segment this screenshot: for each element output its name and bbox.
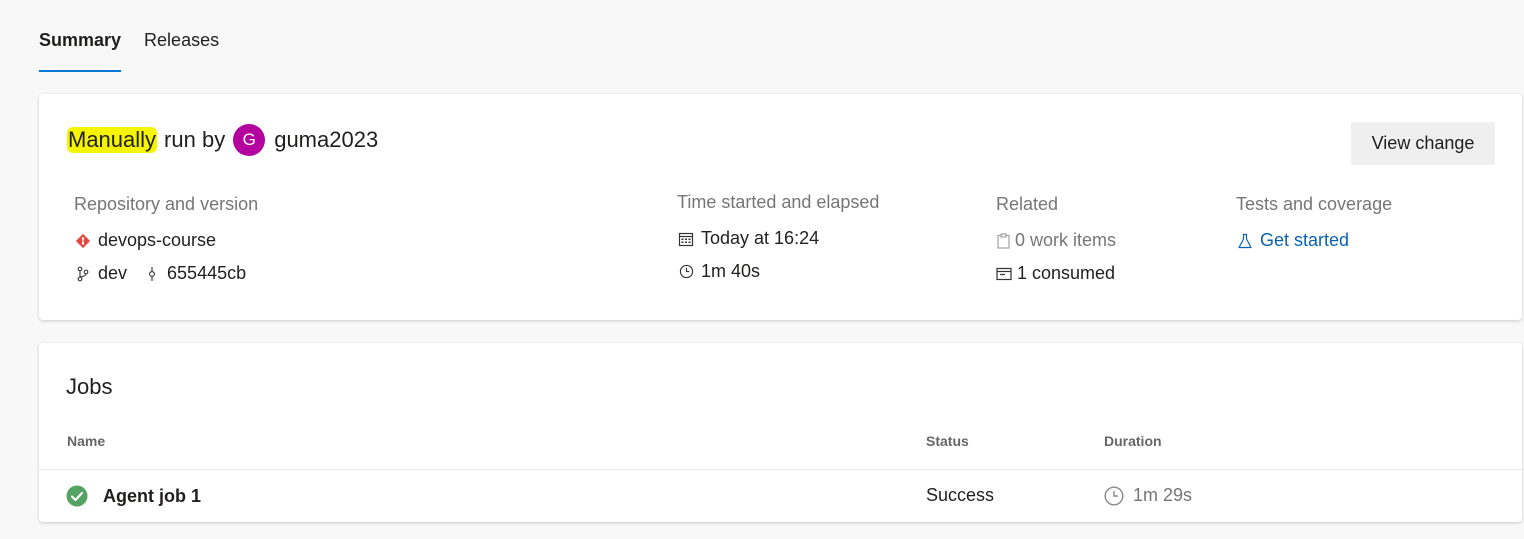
consumed-count: 1 consumed [1017,263,1116,283]
table-divider [39,469,1522,470]
tab-bar: Summary Releases [39,30,242,73]
tests-section: Tests and coverage Get started [1236,194,1392,257]
run-trigger-title: Manually run by G guma2023 [67,124,378,156]
tests-heading: Tests and coverage [1236,194,1393,214]
user-name[interactable]: guma2023 [274,127,378,153]
related-section: Related 0 work items 1 consumed [996,194,1116,290]
column-header-duration: Duration [1104,433,1162,449]
start-time: Today at 16:24 [701,228,820,248]
table-row[interactable]: Agent job 1 Success 1m 29s [39,471,1522,521]
trigger-highlighted-text: Manually [67,127,158,153]
repository-heading: Repository and version [74,194,259,214]
commit-id[interactable]: 655445cb [167,263,246,284]
artifact-icon [996,265,1012,283]
tab-summary[interactable]: Summary [39,30,122,73]
clock-icon [1104,485,1124,506]
time-elapsed: 1m 40s [677,255,879,288]
job-duration-cell: 1m 29s [1104,485,1192,506]
column-header-status: Status [926,433,969,449]
avatar[interactable]: G [233,124,266,156]
jobs-title: Jobs [66,374,113,399]
version-info: dev 655445cb [74,257,258,290]
column-header-name: Name [67,433,106,449]
trigger-text: run by [164,127,226,152]
get-started-link[interactable]: Get started [1236,224,1392,257]
branch-name[interactable]: dev [98,263,127,284]
work-items-count: 0 work items [1015,230,1117,250]
repository-link[interactable]: devops-course [74,224,258,257]
artifacts-consumed-link[interactable]: 1 consumed [996,257,1116,290]
job-name: Agent job 1 [103,485,201,506]
get-started-label: Get started [1260,230,1350,250]
elapsed-time: 1m 40s [701,261,761,281]
run-summary-card: Manually run by G guma2023 View change R… [39,94,1522,320]
time-section: Time started and elapsed Today at 16:24 … [677,192,879,288]
branch-icon [74,265,92,283]
repository-section: Repository and version devops-course dev… [74,194,258,290]
clock-icon [677,263,695,281]
job-duration: 1m 29s [1133,485,1193,505]
work-items-link[interactable]: 0 work items [996,224,1116,257]
clipboard-icon [996,232,1010,250]
flask-icon [1236,232,1254,250]
commit-icon [143,265,161,283]
related-heading: Related [996,194,1059,214]
view-change-button[interactable]: View change [1351,122,1495,165]
job-status: Success [926,485,995,505]
calendar-icon [677,230,695,248]
time-started: Today at 16:24 [677,222,879,255]
success-check-icon [66,485,88,507]
jobs-card: Jobs Name Status Duration Agent job 1 Su… [39,343,1522,522]
git-icon [74,232,92,250]
tab-releases[interactable]: Releases [144,30,219,73]
time-heading: Time started and elapsed [677,192,880,212]
repository-name: devops-course [98,230,217,250]
job-name-cell: Agent job 1 [66,485,201,507]
